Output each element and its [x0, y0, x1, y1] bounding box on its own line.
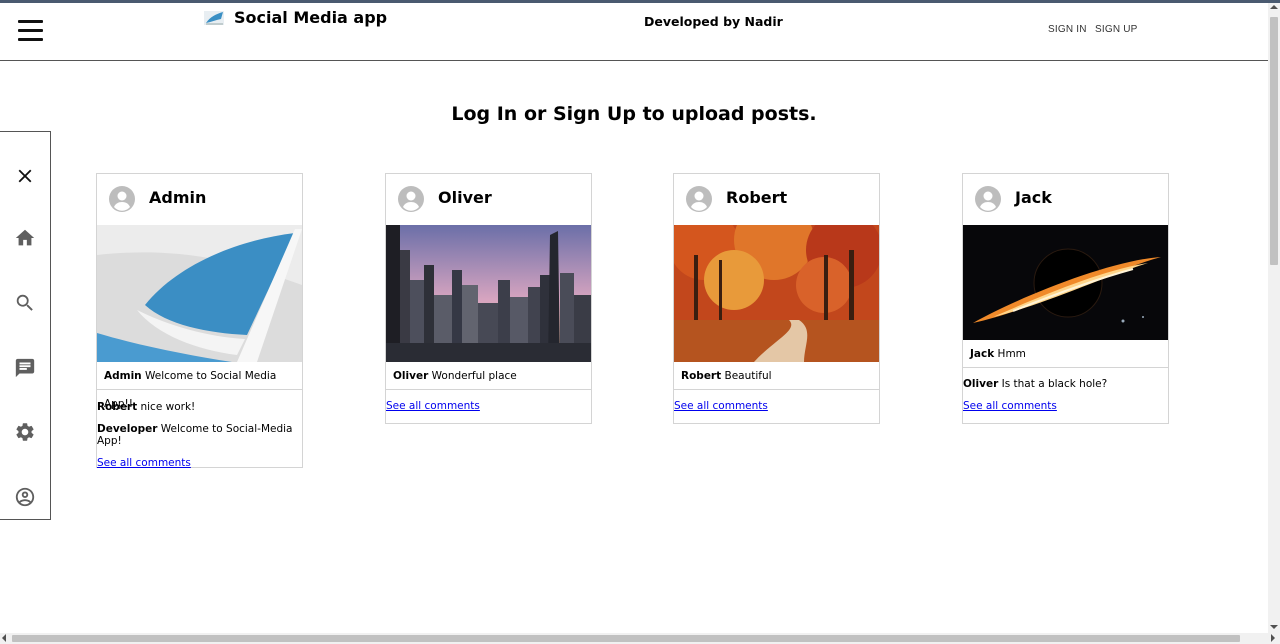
comment-text: nice work!	[140, 401, 196, 413]
post-image	[674, 225, 879, 362]
post-card: Oliver Oliver Wonderful place See all co…	[385, 173, 592, 424]
sign-in-button[interactable]: SIGN IN	[1048, 24, 1087, 35]
caption-username[interactable]: Jack	[970, 348, 994, 360]
comment-username[interactable]: Oliver	[963, 378, 998, 390]
avatar-icon[interactable]	[975, 186, 1001, 212]
vertical-scroll-thumb[interactable]	[1270, 17, 1278, 265]
see-all-comments-link[interactable]: See all comments	[963, 400, 1168, 412]
post-header: Robert	[674, 174, 879, 225]
chat-icon[interactable]	[13, 356, 37, 380]
close-icon[interactable]	[13, 164, 37, 188]
scroll-down-arrow-icon[interactable]	[1270, 625, 1278, 629]
post-caption: Oliver Wonderful place	[386, 362, 591, 390]
comment: Robert nice work!	[97, 401, 302, 413]
scroll-left-arrow-icon[interactable]	[2, 634, 6, 642]
post-card: Jack Jack Hmm Oliver Is that a black hol…	[962, 173, 1169, 424]
avatar-icon[interactable]	[109, 186, 135, 212]
app-title: Social Media app	[234, 8, 388, 27]
avatar-icon[interactable]	[398, 186, 424, 212]
post-username[interactable]: Robert	[726, 188, 787, 207]
post-image	[97, 225, 302, 362]
post-header: Jack	[963, 174, 1168, 225]
caption-username[interactable]: Oliver	[393, 370, 428, 382]
post-username[interactable]: Admin	[149, 188, 206, 207]
comment: Developer Welcome to Social-Media App!	[97, 423, 302, 447]
app-logo[interactable]: Social Media app	[204, 8, 387, 27]
comment-username[interactable]: Robert	[97, 401, 137, 413]
post-username[interactable]: Jack	[1015, 188, 1052, 207]
settings-icon[interactable]	[13, 420, 37, 444]
see-all-comments-link[interactable]: See all comments	[97, 457, 302, 469]
post-card: Robert Robert Beautiful See all comments	[673, 173, 880, 424]
caption-username[interactable]: Admin	[104, 370, 142, 382]
post-caption: Admin Welcome to Social Media App!!	[97, 362, 302, 410]
comment-text: Is that a black hole?	[1001, 378, 1108, 390]
caption-text: Wonderful place	[431, 370, 517, 382]
caption-username[interactable]: Robert	[681, 370, 721, 382]
post-image	[386, 225, 591, 362]
account-icon[interactable]	[13, 485, 37, 509]
developer-credit: Developed by Nadir	[644, 14, 783, 29]
post-caption: Robert Beautiful	[674, 362, 879, 390]
post-caption: Jack Hmm	[963, 340, 1168, 368]
scroll-right-arrow-icon[interactable]	[1271, 634, 1275, 642]
horizontal-scrollbar[interactable]	[0, 633, 1280, 644]
search-icon[interactable]	[13, 291, 37, 315]
page-heading: Log In or Sign Up to upload posts.	[451, 103, 817, 125]
caption-text: Hmm	[997, 348, 1026, 360]
caption-text: Beautiful	[724, 370, 772, 382]
horizontal-scroll-thumb[interactable]	[12, 635, 1240, 642]
menu-icon[interactable]	[18, 20, 43, 42]
see-all-comments-link[interactable]: See all comments	[674, 400, 879, 412]
scroll-up-arrow-icon[interactable]	[1270, 5, 1278, 9]
app-header: Social Media app Developed by Nadir SIGN…	[0, 3, 1268, 61]
comment-username[interactable]: Developer	[97, 423, 157, 435]
post-header: Admin	[97, 174, 302, 225]
sign-up-button[interactable]: SIGN UP	[1095, 24, 1138, 35]
avatar-icon[interactable]	[686, 186, 712, 212]
logo-icon	[204, 10, 224, 25]
sidebar	[0, 131, 51, 520]
post-card: Admin Admin Welcome to Social Media App!…	[96, 173, 303, 469]
post-username[interactable]: Oliver	[438, 188, 492, 207]
post-image	[963, 225, 1168, 340]
vertical-scrollbar[interactable]	[1268, 3, 1280, 633]
home-icon[interactable]	[13, 226, 37, 250]
post-header: Oliver	[386, 174, 591, 225]
comment: Oliver Is that a black hole?	[963, 378, 1168, 390]
see-all-comments-link[interactable]: See all comments	[386, 400, 591, 412]
